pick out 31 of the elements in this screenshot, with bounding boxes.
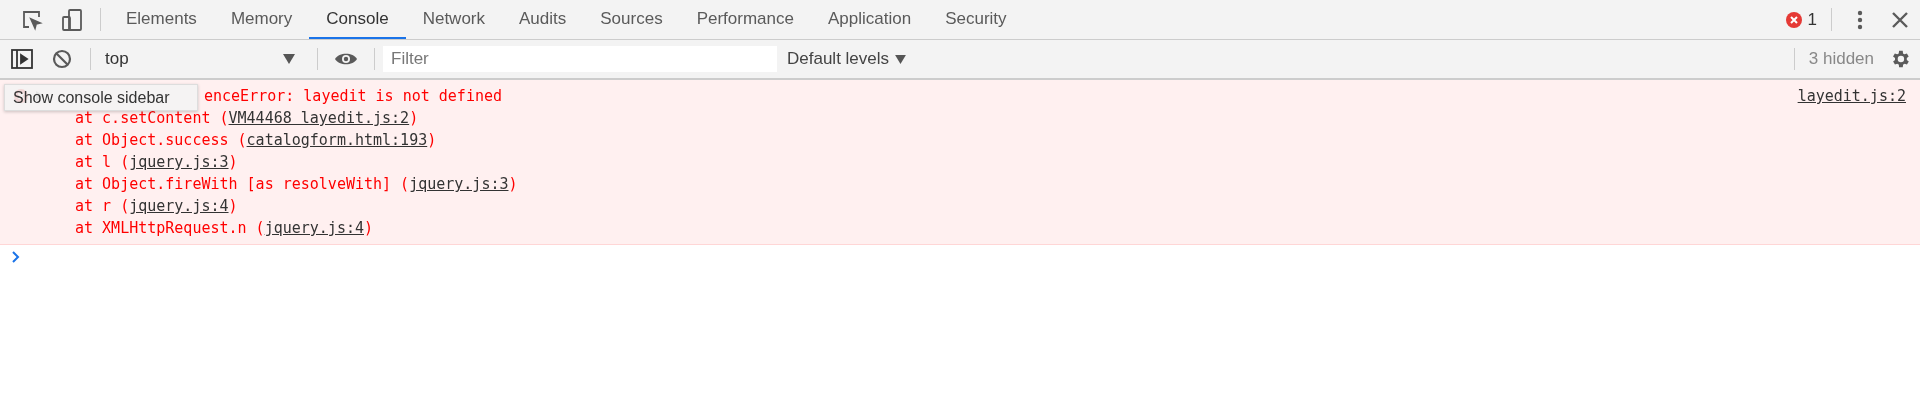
stack-frame: at Object.success (catalogform.html:193) <box>14 129 1906 151</box>
levels-dropdown[interactable]: Default levels <box>777 40 917 78</box>
stack-frame: at Object.fireWith [as resolveWith] (jquery.js:3) <box>14 173 1906 195</box>
tab[interactable]: Memory <box>213 0 310 39</box>
tab[interactable]: Sources <box>583 0 680 39</box>
source-link[interactable]: layedit.js:2 <box>1797 85 1906 107</box>
error-text: enceError: layedit is not defined <box>204 86 502 107</box>
source-link[interactable]: jquery.js:4 <box>264 219 364 237</box>
hidden-count: 3 hidden <box>1807 48 1875 70</box>
context-dropdown[interactable]: top <box>99 40 309 78</box>
filter-field[interactable]: Filter <box>383 46 777 72</box>
tooltip: Show console sidebar <box>4 84 198 111</box>
tab[interactable]: Application <box>810 0 929 39</box>
stack-frame: at XMLHttpRequest.n (jquery.js:4) <box>14 217 1906 239</box>
source-link[interactable]: catalogform.html:193 <box>246 131 428 149</box>
source-link[interactable]: jquery.js:3 <box>129 153 229 171</box>
source-link[interactable]: jquery.js:4 <box>129 197 229 215</box>
source-link[interactable]: jquery.js:3 <box>409 175 509 193</box>
caret-icon <box>283 54 295 64</box>
stack-frame: at r (jquery.js:4) <box>14 195 1906 217</box>
tab[interactable]: Security <box>928 0 1024 39</box>
tab[interactable]: Performance <box>679 0 811 39</box>
tab[interactable]: Elements <box>109 0 214 39</box>
tab[interactable]: Network <box>405 0 502 39</box>
prompt-icon <box>12 251 20 263</box>
error-count[interactable]: 1 <box>1779 0 1823 39</box>
error-icon <box>1785 11 1802 28</box>
source-link[interactable]: VM44468 layedit.js:2 <box>228 109 410 127</box>
stack-frame: at l (jquery.js:3) <box>14 151 1906 173</box>
tab[interactable]: Audits <box>502 0 584 39</box>
caret-icon <box>895 54 907 64</box>
